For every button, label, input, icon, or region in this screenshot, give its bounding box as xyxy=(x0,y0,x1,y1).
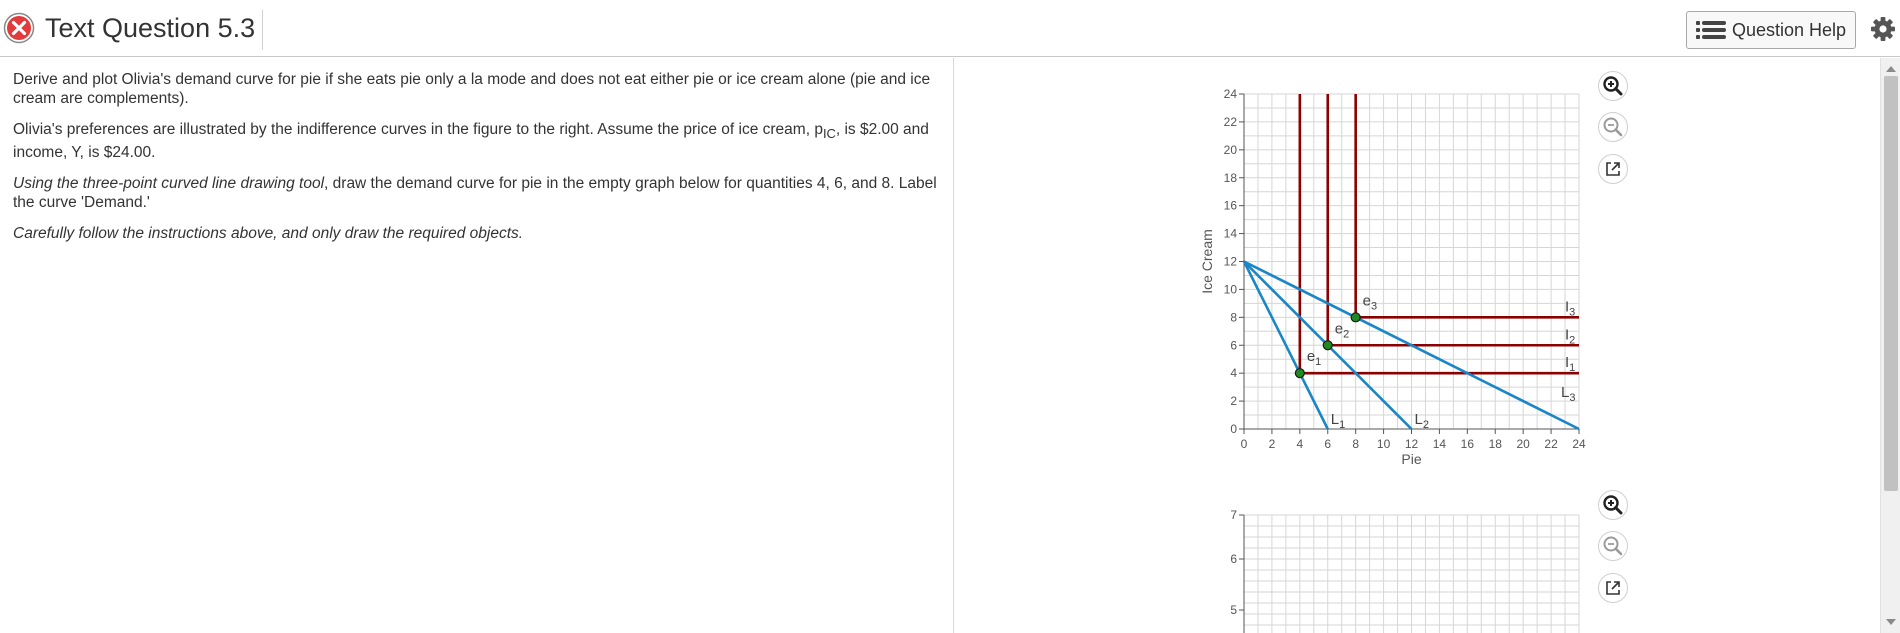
y-tick-label: 12 xyxy=(1224,255,1238,269)
zoom-out-button-2[interactable] xyxy=(1598,531,1628,561)
y-tick-label: 14 xyxy=(1224,227,1238,241)
scroll-down-arrow[interactable] xyxy=(1886,619,1896,625)
graph-area: 0246810121416182022240 2 4 6 8 10 12 14 16 18 20 22… xyxy=(1199,87,1586,633)
popout-button[interactable] xyxy=(1598,154,1628,184)
y-tick-label: 7 xyxy=(1230,508,1237,522)
popout-button-2[interactable] xyxy=(1598,573,1628,603)
x-axis-label: Pie xyxy=(1401,451,1421,467)
zoom-in-button[interactable] xyxy=(1598,71,1628,101)
y-tick-label: 2 xyxy=(1230,394,1237,408)
external-link-icon xyxy=(1606,581,1620,595)
budget-label-l1: L1 xyxy=(1331,411,1345,431)
equilibrium-point-e1 xyxy=(1294,368,1305,379)
zoom-in-icon xyxy=(1603,495,1623,515)
y-tick-label: 0 xyxy=(1230,422,1237,436)
y-tick-label: 24 xyxy=(1224,87,1238,101)
equilibrium-label-e3: e3 xyxy=(1363,292,1377,312)
x-tick-label: 24 xyxy=(1572,437,1586,451)
equilibrium-label-e1: e1 xyxy=(1307,348,1321,368)
y-tick-label: 18 xyxy=(1224,171,1238,185)
x-tick-label: 2 xyxy=(1269,437,1276,451)
zoom-out-button[interactable] xyxy=(1598,112,1628,142)
x-tick-label: 12 xyxy=(1405,437,1419,451)
x-tick-label: 4 xyxy=(1296,437,1303,451)
x-tick-label: 14 xyxy=(1433,437,1447,451)
x-tick-label: 6 xyxy=(1324,437,1331,451)
equilibrium-point-e2 xyxy=(1322,340,1333,351)
y-tick-label: 16 xyxy=(1224,199,1238,213)
y-tick-label: 10 xyxy=(1224,282,1238,296)
x-tick-label: 10 xyxy=(1377,437,1391,451)
x-tick-label: 0 xyxy=(1241,437,1248,451)
scroll-up-arrow[interactable] xyxy=(1886,66,1896,72)
zoom-out-icon xyxy=(1603,536,1623,556)
demand-drawing-graph[interactable]: 5 6 7 xyxy=(1230,508,1580,633)
x-tick-label: 20 xyxy=(1516,437,1530,451)
y-tick-label: 8 xyxy=(1230,310,1237,324)
y-tick-label: 6 xyxy=(1230,552,1237,566)
x-tick-label: 18 xyxy=(1489,437,1503,451)
vertical-scrollbar[interactable] xyxy=(1880,58,1900,633)
y-tick-label: 6 xyxy=(1230,338,1237,352)
indifference-label-i2: I2 xyxy=(1565,326,1575,346)
y-tick-label: 5 xyxy=(1230,603,1237,617)
y-axis-label: Ice Cream xyxy=(1199,229,1215,294)
external-link-icon xyxy=(1606,162,1620,176)
x-tick-label: 8 xyxy=(1352,437,1359,451)
budget-label-l2: L2 xyxy=(1415,411,1429,431)
x-tick-label: 22 xyxy=(1544,437,1558,451)
x-tick-label: 16 xyxy=(1461,437,1475,451)
indifference-label-i1: I1 xyxy=(1565,354,1575,374)
equilibrium-point-e3 xyxy=(1350,312,1361,323)
zoom-in-icon xyxy=(1603,76,1623,96)
scroll-thumb[interactable] xyxy=(1884,76,1898,491)
y-tick-label: 4 xyxy=(1230,366,1237,380)
indifference-graph: 0246810121416182022240 2 4 6 8 10 12 14 16 18 20 22… xyxy=(1199,87,1586,467)
zoom-in-button-2[interactable] xyxy=(1598,490,1628,520)
y-tick-label: 22 xyxy=(1224,115,1238,129)
indifference-label-i3: I3 xyxy=(1565,298,1575,318)
y-tick-label: 20 xyxy=(1224,143,1238,157)
zoom-out-icon xyxy=(1603,117,1623,137)
